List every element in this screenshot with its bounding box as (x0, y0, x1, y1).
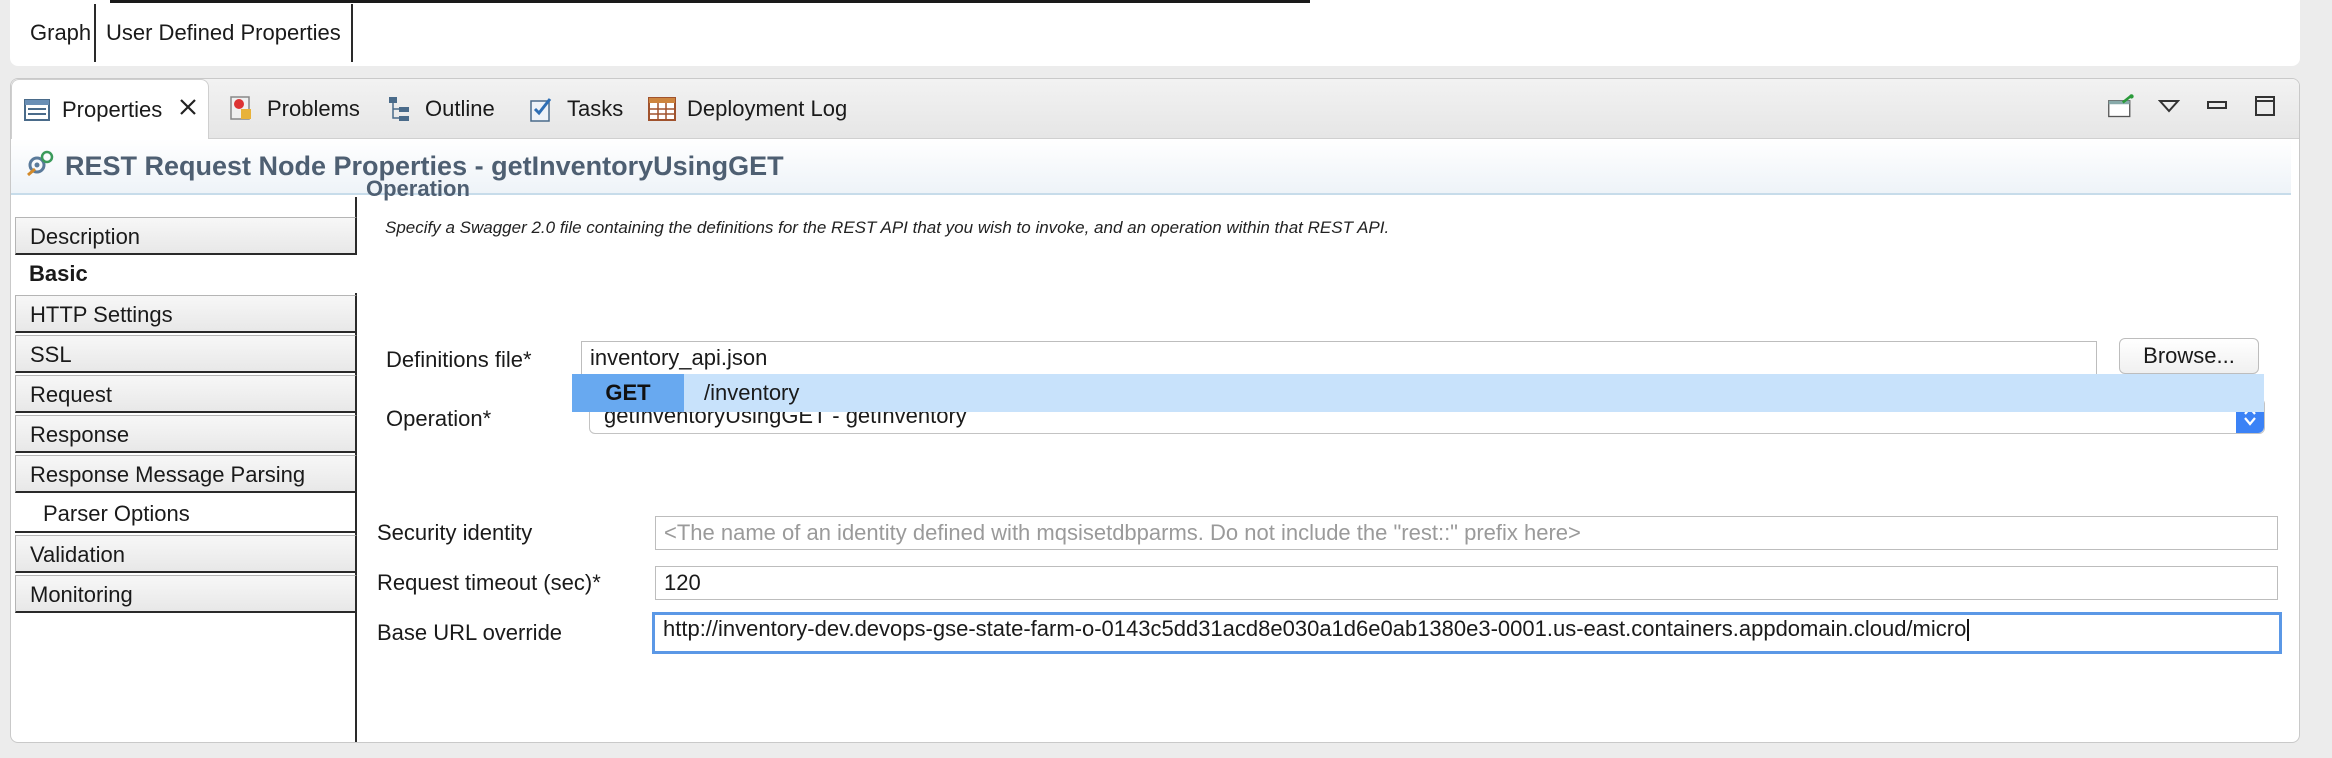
minimize-icon[interactable] (2203, 89, 2231, 123)
base-url-value: http://inventory-dev.devops-gse-state-fa… (663, 616, 1967, 641)
close-icon[interactable] (178, 96, 198, 124)
tab-user-defined-properties[interactable]: User Defined Properties (94, 4, 353, 62)
http-method-badge: GET (572, 374, 684, 412)
view-toolbar (2107, 89, 2279, 123)
tab-problems-label: Problems (267, 96, 360, 121)
browse-button[interactable]: Browse... (2119, 338, 2259, 374)
tab-deployment-log-label: Deployment Log (687, 96, 848, 121)
view-tab-bar: Properties Problems Outline Tasks Deploy… (11, 79, 2299, 140)
operation-path: /inventory (704, 380, 800, 405)
nav-item-monitoring[interactable]: Monitoring (15, 575, 357, 613)
properties-header: REST Request Node Properties - getInvent… (11, 139, 2291, 195)
request-timeout-label: Request timeout (sec)* (377, 570, 601, 595)
tab-properties[interactable]: Properties (11, 79, 210, 140)
definitions-file-input[interactable]: inventory_api.json (581, 341, 2097, 375)
view-menu-icon[interactable] (2155, 89, 2183, 123)
nav-item-description[interactable]: Description (15, 217, 357, 255)
tab-tasks-label: Tasks (567, 96, 624, 121)
section-title: Operation (366, 176, 470, 201)
tab-outline[interactable]: Outline (385, 79, 495, 139)
text-caret (1967, 619, 1970, 642)
operation-label: Operation* (386, 406, 492, 431)
nav-item-http-settings[interactable]: HTTP Settings (15, 295, 357, 333)
tasks-icon (527, 94, 557, 124)
nav-item-response[interactable]: Response (15, 415, 357, 453)
nav-item-response-message-parsing[interactable]: Response Message Parsing (15, 455, 357, 493)
base-url-label: Base URL override (377, 620, 563, 645)
security-identity-label: Security identity (377, 520, 533, 545)
nav-item-ssl[interactable]: SSL (15, 335, 357, 373)
nav-item-parser-options[interactable]: Parser Options (15, 495, 357, 533)
tab-problems[interactable]: Problems (227, 79, 360, 139)
properties-icon (22, 95, 52, 125)
request-timeout-input[interactable]: 120 (655, 566, 2278, 600)
property-nav: Description Basic HTTP Settings SSL Requ… (11, 197, 357, 742)
table-icon (647, 94, 677, 124)
nav-item-basic[interactable]: Basic (15, 255, 357, 293)
tab-properties-label: Properties (62, 97, 163, 122)
maximize-icon[interactable] (2251, 89, 2279, 123)
definitions-file-label: Definitions file* (386, 347, 532, 372)
rest-node-icon (25, 149, 55, 184)
base-url-input[interactable]: http://inventory-dev.devops-gse-state-fa… (652, 612, 2282, 654)
tab-tasks[interactable]: Tasks (527, 79, 623, 139)
problems-icon (227, 94, 257, 124)
tab-deployment-log[interactable]: Deployment Log (647, 79, 847, 139)
nav-item-request[interactable]: Request (15, 375, 357, 413)
tab-outline-label: Outline (425, 96, 495, 121)
nav-item-validation[interactable]: Validation (15, 535, 357, 573)
pin-icon[interactable] (2107, 89, 2135, 123)
operation-method-bar: GET /inventory (572, 374, 2264, 412)
editor-tab-strip: Graph User Defined Properties (10, 0, 2300, 66)
outline-icon (385, 94, 415, 124)
section-description: Specify a Swagger 2.0 file containing th… (385, 218, 1390, 237)
security-identity-input[interactable]: <The name of an identity defined with mq… (655, 516, 2278, 550)
tab-graph[interactable]: Graph (20, 4, 101, 62)
tab-strip-border (110, 0, 1310, 3)
